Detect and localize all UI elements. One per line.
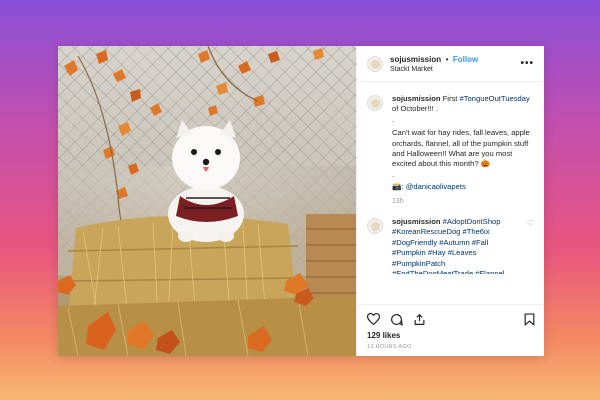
post-actions: 129 likes 13 HOURS AGO (357, 304, 544, 356)
caption-credit: 📸: @danicaolivapets (392, 182, 534, 192)
caption-line1-suffix: of October!!! . (392, 104, 439, 114)
location-link[interactable]: Stackt Market (390, 65, 520, 75)
pomeranian-dog (168, 120, 244, 242)
comment-username[interactable]: sojusmission (392, 217, 441, 226)
avatar[interactable] (367, 95, 383, 111)
avatar[interactable] (367, 218, 383, 235)
comment: sojusmission #AdoptDontShop #KoreanRescu… (367, 217, 534, 274)
share-icon[interactable] (413, 313, 426, 326)
caption-dot-2: . (392, 169, 395, 179)
username-link[interactable]: sojusmission (390, 55, 441, 64)
caption-dot: . (392, 114, 395, 124)
heart-icon[interactable] (367, 313, 380, 325)
post-photo[interactable] (58, 46, 356, 356)
follow-button[interactable]: Follow (453, 55, 478, 64)
mention-link[interactable]: @danicaolivapets (406, 182, 466, 191)
comment-icon[interactable] (390, 313, 403, 326)
caption-paragraph: Can't wait for hay rides, fall leaves, a… (392, 128, 530, 169)
header-text: sojusmission • Follow Stackt Market (390, 53, 520, 75)
caption-line1-prefix: First (442, 94, 460, 103)
more-options-icon[interactable]: ••• (520, 58, 534, 69)
caption-body: sojusmission First #TongueOutTuesday of … (392, 94, 534, 211)
post-header: sojusmission • Follow Stackt Market ••• (357, 46, 544, 82)
post-timestamp: 13 HOURS AGO (367, 344, 412, 350)
instagram-post-card: sojusmission • Follow Stackt Market ••• … (58, 46, 544, 356)
comment-heart-icon[interactable]: ♡ (527, 219, 534, 228)
comments-section: sojusmission First #TongueOutTuesday of … (357, 82, 544, 274)
separator-dot: • (445, 54, 449, 64)
avatar[interactable] (367, 55, 383, 72)
bookmark-icon[interactable] (524, 312, 535, 326)
caption-hashtag[interactable]: #TongueOutTuesday (460, 94, 530, 103)
action-row (367, 311, 535, 327)
caption-time: 13h (392, 197, 404, 205)
photo-scene (58, 46, 356, 356)
caption: sojusmission First #TongueOutTuesday of … (367, 94, 534, 211)
likes-count[interactable]: 129 likes (367, 331, 535, 340)
comment-body: sojusmission #AdoptDontShop #KoreanRescu… (392, 217, 523, 274)
post-side-panel: sojusmission • Follow Stackt Market ••• … (356, 46, 544, 356)
caption-username[interactable]: sojusmission (392, 94, 441, 103)
